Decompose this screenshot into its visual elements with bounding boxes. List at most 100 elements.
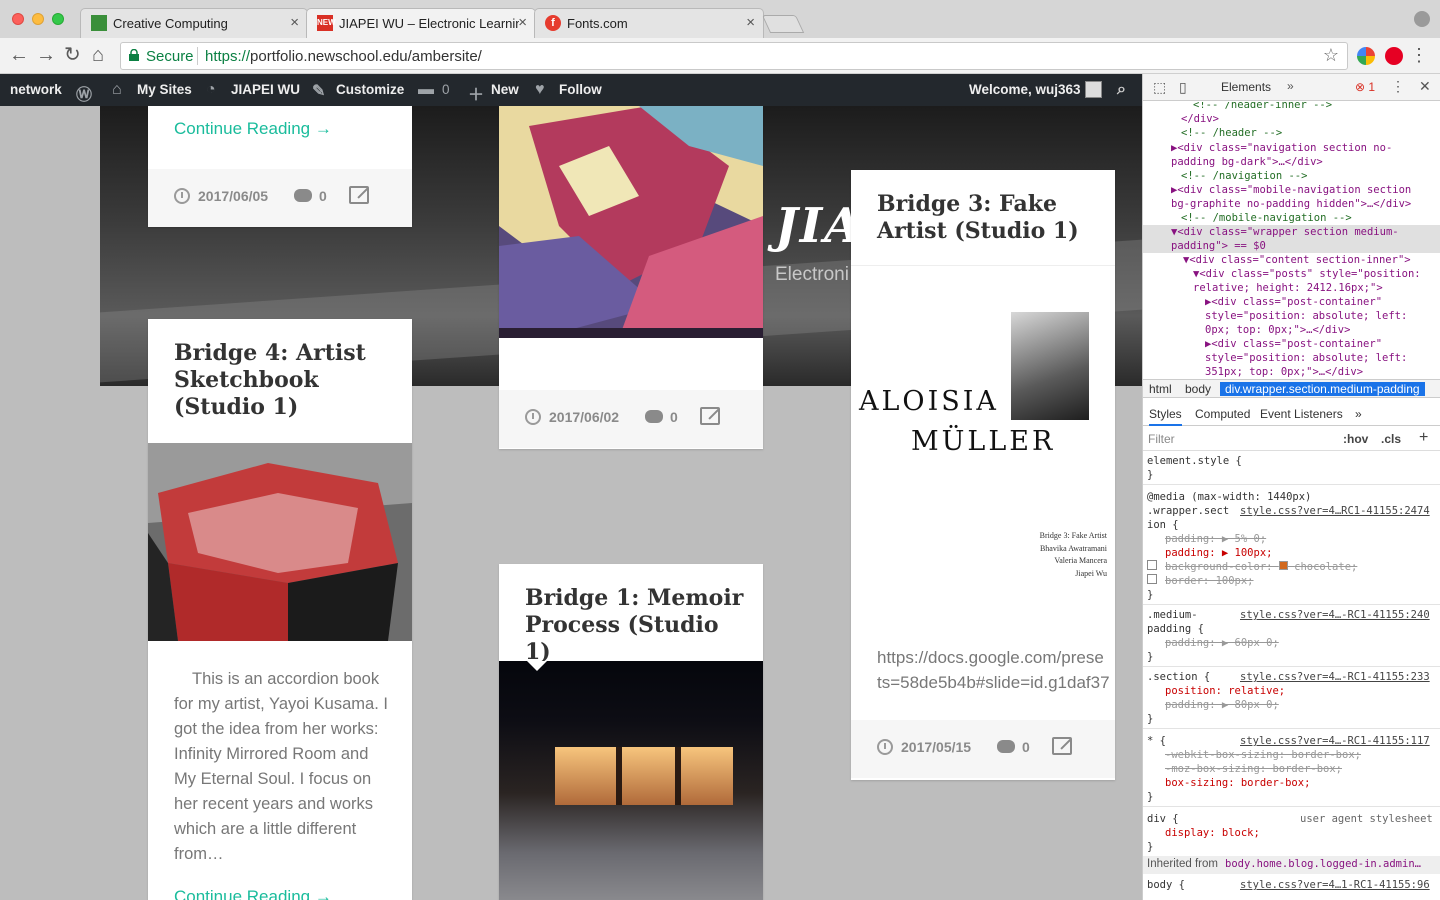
dom-line[interactable]: <!-- /header --> xyxy=(1181,126,1282,140)
inspect-element-icon[interactable]: ⬚ xyxy=(1153,79,1166,96)
more-tabs-icon[interactable]: » xyxy=(1287,79,1294,93)
style-property[interactable]: padding: ▶ 100px; xyxy=(1165,546,1272,560)
browser-menu-icon[interactable]: ⋮ xyxy=(1410,45,1428,66)
continue-reading-link[interactable]: Continue Reading → xyxy=(174,887,332,900)
style-rule-selector[interactable]: .medium- xyxy=(1147,608,1198,622)
more-subtabs-icon[interactable]: » xyxy=(1355,407,1362,421)
tab-jiapei-wu[interactable]: NEW JIAPEI WU – Electronic Learnin × xyxy=(306,8,536,38)
back-arrow-icon[interactable]: ← xyxy=(9,44,29,66)
filter-input[interactable]: Filter xyxy=(1148,432,1175,446)
post-date[interactable]: 2017/06/05 xyxy=(198,188,268,204)
cls-toggle[interactable]: .cls xyxy=(1381,432,1401,446)
comments-count[interactable]: 0 xyxy=(442,82,450,97)
post-title[interactable]: Bridge 3: Fake Artist (Studio 1) xyxy=(877,191,1097,245)
edit-icon[interactable] xyxy=(1052,737,1072,755)
reload-icon[interactable]: ↻ xyxy=(64,44,81,66)
devtools-menu-icon[interactable]: ⋮ xyxy=(1391,78,1405,95)
minimize-window-button[interactable] xyxy=(32,13,44,25)
close-window-button[interactable] xyxy=(12,13,24,25)
post-date[interactable]: 2017/06/02 xyxy=(549,409,619,425)
style-property[interactable]: padding: ▶ 80px 0; xyxy=(1165,698,1279,712)
style-property[interactable]: border: 100px; xyxy=(1165,574,1254,588)
search-icon[interactable]: ⌕ xyxy=(1117,81,1126,99)
dom-line-selected[interactable]: ▼<div class="wrapper section medium-padd… xyxy=(1143,225,1440,253)
style-rule-selector[interactable]: body { xyxy=(1147,878,1185,892)
breadcrumb-selected[interactable]: div.wrapper.section.medium-padding xyxy=(1220,382,1425,396)
comment-icon[interactable]: ▬ xyxy=(418,81,434,99)
profile-icon[interactable] xyxy=(1414,11,1430,27)
tab-creative-computing[interactable]: Creative Computing × xyxy=(80,8,308,38)
post-thumbnail[interactable] xyxy=(499,661,763,900)
continue-reading-link[interactable]: Continue Reading → xyxy=(174,119,332,139)
maximize-window-button[interactable] xyxy=(52,13,64,25)
my-sites-link[interactable]: My Sites xyxy=(137,82,192,97)
dom-tree[interactable]: <!-- /header-inner --> </div> <!-- /head… xyxy=(1143,102,1440,378)
style-property[interactable]: -webkit-box-sizing: border-box; xyxy=(1165,748,1361,762)
style-property[interactable]: position: relative; xyxy=(1165,684,1285,698)
post-thumbnail[interactable]: ALOISIA MÜLLER Bridge 3: Fake Artist Bha… xyxy=(851,290,1115,635)
dom-line[interactable]: ▶<div class="mobile-navigation section b… xyxy=(1171,183,1433,211)
error-count-badge[interactable]: ⊗ 1 xyxy=(1355,80,1375,94)
tab-event-listeners[interactable]: Event Listeners xyxy=(1260,407,1343,421)
tab-close-icon[interactable]: × xyxy=(518,14,527,31)
stylesheet-link[interactable]: style.css?ver=4…-RC1-41155:240 xyxy=(1240,608,1430,622)
site-name-link[interactable]: JIAPEI WU xyxy=(231,82,300,97)
breadcrumb-html[interactable]: html xyxy=(1149,382,1172,396)
style-property[interactable]: box-sizing: border-box; xyxy=(1165,776,1310,790)
style-rule-selector[interactable]: * { xyxy=(1147,734,1166,748)
close-devtools-icon[interactable]: ✕ xyxy=(1419,78,1431,95)
dom-line[interactable]: ▶<div class="post-container" style="posi… xyxy=(1205,337,1437,378)
forward-arrow-icon[interactable]: → xyxy=(36,44,56,66)
style-rule-selector[interactable]: element.style { xyxy=(1147,454,1242,468)
property-checkbox[interactable] xyxy=(1147,560,1157,570)
style-property[interactable]: -moz-box-sizing: border-box; xyxy=(1165,762,1342,776)
property-checkbox[interactable] xyxy=(1147,574,1157,584)
customize-link[interactable]: Customize xyxy=(336,82,404,97)
breadcrumb-body[interactable]: body xyxy=(1185,382,1211,396)
style-property[interactable]: padding: ▶ 5% 0; xyxy=(1165,532,1266,546)
extension-icon[interactable] xyxy=(1357,47,1375,65)
dom-line[interactable]: <!-- /navigation --> xyxy=(1181,169,1307,183)
stylesheet-link[interactable]: style.css?ver=4…-RC1-41155:233 xyxy=(1240,670,1430,684)
pinterest-icon[interactable] xyxy=(1385,47,1403,65)
post-title[interactable]: Bridge 4: Artist Sketchbook (Studio 1) xyxy=(174,340,394,421)
dom-line[interactable]: ▼<div class="content section-inner"> xyxy=(1183,253,1411,267)
tab-elements[interactable]: Elements xyxy=(1221,80,1271,94)
hov-toggle[interactable]: :hov xyxy=(1343,432,1368,446)
bookmark-star-icon[interactable]: ☆ xyxy=(1323,45,1339,66)
style-property[interactable]: background-color: chocolate; xyxy=(1165,560,1357,574)
stylesheet-link[interactable]: style.css?ver=4…RC1-41155:2474 xyxy=(1240,504,1430,518)
network-link[interactable]: network xyxy=(10,82,62,97)
tab-computed[interactable]: Computed xyxy=(1195,407,1250,421)
dom-line[interactable]: <!-- /mobile-navigation --> xyxy=(1181,211,1352,225)
dom-line[interactable]: </div> xyxy=(1181,112,1219,126)
device-toolbar-icon[interactable]: ▯ xyxy=(1179,79,1187,96)
inherited-selector[interactable]: body.home.blog.logged-in.admin… xyxy=(1225,858,1421,870)
home-icon[interactable]: ⌂ xyxy=(92,44,104,66)
style-property[interactable]: display: block; xyxy=(1165,826,1260,840)
tab-close-icon[interactable]: × xyxy=(290,14,299,31)
style-rule-selector[interactable]: .wrapper.sect xyxy=(1147,504,1229,518)
wordpress-icon[interactable]: Ⓦ xyxy=(76,81,92,105)
new-link[interactable]: New xyxy=(491,82,519,97)
address-bar[interactable]: Secure https://portfolio.newschool.edu/a… xyxy=(120,42,1348,70)
edit-icon[interactable] xyxy=(700,407,720,425)
url-text[interactable]: https://portfolio.newschool.edu/ambersit… xyxy=(205,48,482,65)
add-rule-icon[interactable]: + xyxy=(1419,429,1428,447)
dom-line[interactable]: ▶<div class="post-container" style="posi… xyxy=(1205,295,1437,337)
dom-line[interactable]: ▼<div class="posts" style="position: rel… xyxy=(1193,267,1437,295)
comment-count[interactable]: 0 xyxy=(670,409,678,425)
style-rule-selector[interactable]: .section { xyxy=(1147,670,1210,684)
avatar[interactable] xyxy=(1085,81,1102,98)
style-rule-selector[interactable]: div { xyxy=(1147,812,1179,826)
new-tab-button[interactable] xyxy=(761,15,805,33)
tab-fonts-com[interactable]: f Fonts.com × xyxy=(534,8,764,38)
tab-styles[interactable]: Styles xyxy=(1149,407,1182,426)
post-title[interactable]: Bridge 1: Memoir Process (Studio 1) xyxy=(525,585,745,666)
stylesheet-link[interactable]: style.css?ver=4…1-RC1-41155:96 xyxy=(1240,878,1430,892)
edit-icon[interactable] xyxy=(349,186,369,204)
dom-line[interactable]: <!-- /header-inner --> xyxy=(1193,102,1332,112)
comment-count[interactable]: 0 xyxy=(319,188,327,204)
post-thumbnail[interactable] xyxy=(148,443,412,641)
comment-count[interactable]: 0 xyxy=(1022,739,1030,755)
